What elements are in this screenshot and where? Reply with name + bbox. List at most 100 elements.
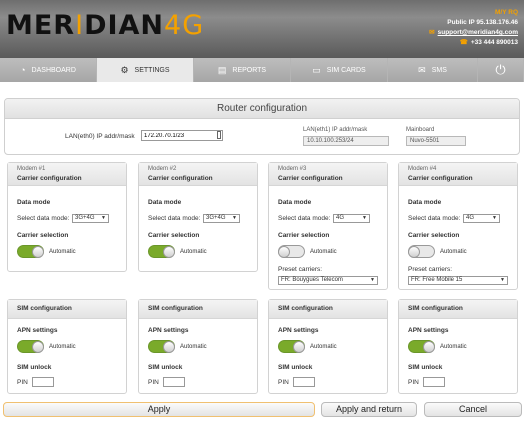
apn-settings-label: APN settings [278, 327, 319, 334]
panel-title: Carrier configuration [408, 175, 473, 182]
mail-icon: ✉ [429, 29, 435, 36]
chevron-down-icon: ▼ [101, 215, 106, 221]
mainboard-label: Mainboard [406, 127, 435, 133]
preset-carrier-select[interactable]: FR: Free Mobile 15 ▼ [408, 276, 508, 285]
sim-panel-1: SIM configuration APN settings Automatic… [7, 299, 127, 394]
automatic-carrier-toggle[interactable] [408, 245, 435, 258]
select-data-mode-label: Select data mode: [278, 215, 331, 222]
data-mode-select[interactable]: 4G ▼ [333, 214, 370, 223]
apn-automatic-toggle[interactable] [17, 340, 44, 353]
app-header: MERIDIAN4G M/Y RQ Public IP 95.138.176.4… [0, 0, 524, 58]
tab-reports[interactable]: ▤ REPORTS [194, 58, 291, 82]
modem-panel-1: Modem #1 Carrier configuration Data mode… [7, 162, 127, 272]
carrier-selection-label: Carrier selection [17, 232, 69, 239]
vessel-name: M/Y RQ [495, 9, 518, 16]
data-mode-select[interactable]: 4G ▼ [463, 214, 500, 223]
automatic-label: Automatic [310, 249, 337, 255]
panel-title: SIM configuration [148, 305, 203, 312]
pin-label: PIN [278, 379, 289, 386]
power-icon: ⏻ [495, 62, 506, 77]
sim-panel-2: SIM configuration APN settings Automatic… [138, 299, 258, 394]
pin-input[interactable] [423, 377, 445, 387]
chevron-down-icon: ▼ [370, 277, 375, 283]
apn-automatic-toggle[interactable] [408, 340, 435, 353]
modem-name: Modem #3 [278, 166, 307, 172]
data-mode-label: Data mode [17, 199, 51, 206]
modem-name: Modem #4 [408, 166, 437, 172]
data-mode-label: Data mode [148, 199, 182, 206]
apn-automatic-toggle[interactable] [148, 340, 175, 353]
meridian-logo: MERIDIAN4G [6, 10, 205, 41]
router-config-title: Router configuration [5, 99, 519, 119]
mail-icon: ✉ [418, 64, 426, 75]
lan1-ip-field: 10.10.100.253/24 [303, 136, 389, 146]
automatic-label: Automatic [49, 344, 76, 350]
apn-settings-label: APN settings [17, 327, 58, 334]
automatic-carrier-toggle[interactable] [278, 245, 305, 258]
apply-and-return-button[interactable]: Apply and return [321, 402, 417, 417]
lan1-label: LAN(eth1) IP addr/mask [303, 127, 368, 133]
chevron-down-icon: ▼ [492, 215, 497, 221]
modem-panel-2: Modem #2 Carrier configuration Data mode… [138, 162, 258, 272]
tab-settings[interactable]: ⚙ SETTINGS [97, 58, 194, 82]
automatic-label: Automatic [180, 249, 207, 255]
pin-label: PIN [148, 379, 159, 386]
select-data-mode-label: Select data mode: [148, 215, 201, 222]
phone-icon: ☎ [459, 39, 468, 46]
settings-icon: ⚙ [120, 64, 129, 75]
router-configuration: Router configuration LAN(eth0) IP addr/m… [4, 98, 520, 155]
modem-panel-4: Modem #4 Carrier configuration Data mode… [398, 162, 518, 290]
sim-unlock-label: SIM unlock [17, 364, 52, 371]
carrier-selection-label: Carrier selection [278, 232, 330, 239]
data-mode-select[interactable]: 3G+4G ▼ [72, 214, 109, 223]
power-button[interactable]: ⏻ [478, 58, 524, 82]
carrier-selection-label: Carrier selection [148, 232, 200, 239]
automatic-label: Automatic [49, 249, 76, 255]
support-phone: +33 444 890013 [470, 39, 518, 46]
reports-icon: ▤ [217, 64, 227, 75]
apn-settings-label: APN settings [148, 327, 189, 334]
data-mode-label: Data mode [278, 199, 312, 206]
data-mode-label: Data mode [408, 199, 442, 206]
apn-settings-label: APN settings [408, 327, 449, 334]
select-data-mode-label: Select data mode: [408, 215, 461, 222]
automatic-label: Automatic [440, 249, 467, 255]
pin-input[interactable] [293, 377, 315, 387]
automatic-carrier-toggle[interactable] [148, 245, 175, 258]
sim-unlock-label: SIM unlock [278, 364, 313, 371]
lan0-ip-input[interactable] [141, 130, 223, 141]
preset-carriers-label: Preset carriers: [408, 266, 453, 273]
public-ip: Public IP 95.138.176.46 [447, 19, 518, 26]
cancel-button[interactable]: Cancel [424, 402, 522, 417]
automatic-label: Automatic [180, 344, 207, 350]
panel-title: SIM configuration [278, 305, 333, 312]
automatic-label: Automatic [440, 344, 467, 350]
automatic-label: Automatic [310, 344, 337, 350]
chevron-down-icon: ▼ [232, 215, 237, 221]
modem-panel-3: Modem #3 Carrier configuration Data mode… [268, 162, 388, 290]
main-nav: ◔ DASHBOARD ⚙ SETTINGS ▤ REPORTS ▭ SIM CARDS… [0, 58, 524, 82]
panel-title: SIM configuration [408, 305, 463, 312]
automatic-carrier-toggle[interactable] [17, 245, 44, 258]
preset-carriers-label: Preset carriers: [278, 266, 323, 273]
sim-unlock-label: SIM unlock [148, 364, 183, 371]
panel-title: SIM configuration [17, 305, 72, 312]
sim-unlock-label: SIM unlock [408, 364, 443, 371]
pin-input[interactable] [163, 377, 185, 387]
modem-name: Modem #1 [17, 166, 46, 172]
preset-carrier-select[interactable]: FR: Bouygues Telecom ▼ [278, 276, 378, 285]
support-email-link[interactable]: support@meridian4g.com [438, 29, 518, 36]
tab-sim-cards[interactable]: ▭ SIM CARDS [291, 58, 388, 82]
apn-automatic-toggle[interactable] [278, 340, 305, 353]
tab-sms[interactable]: ✉ SMS [388, 58, 478, 82]
data-mode-select[interactable]: 3G+4G ▼ [203, 214, 240, 223]
pin-input[interactable] [32, 377, 54, 387]
header-info: M/Y RQ Public IP 95.138.176.46 ✉ support@… [429, 8, 518, 48]
dashboard-icon: ◔ [20, 65, 26, 75]
apply-button[interactable]: Apply [3, 402, 315, 417]
spinner-icon[interactable] [217, 131, 221, 139]
sim-panel-3: SIM configuration APN settings Automatic… [268, 299, 388, 394]
tab-dashboard[interactable]: ◔ DASHBOARD [0, 58, 97, 82]
modem-name: Modem #2 [148, 166, 177, 172]
select-data-mode-label: Select data mode: [17, 215, 70, 222]
